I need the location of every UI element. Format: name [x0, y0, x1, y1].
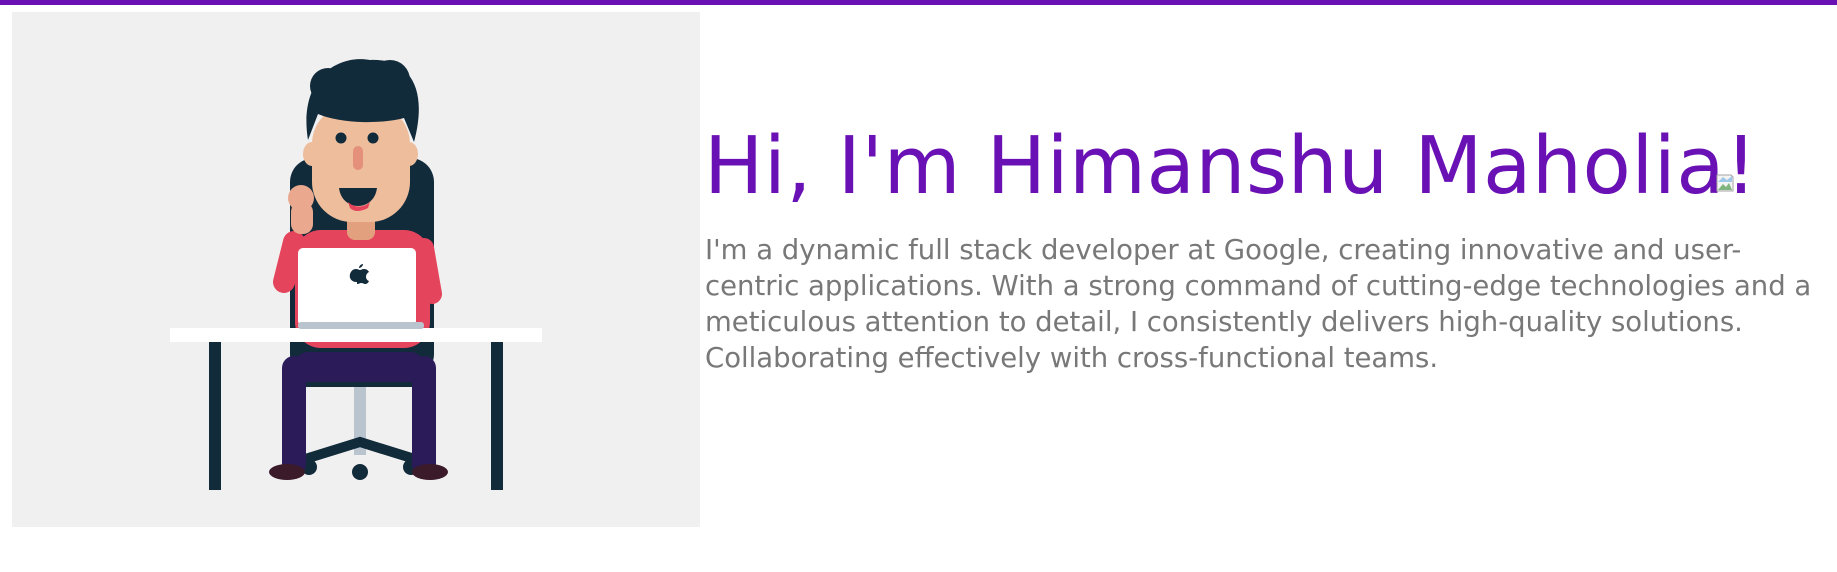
hero-greeting: Hi, I'm Himanshu Maholia!	[704, 120, 1758, 212]
hero-bio: I'm a dynamic full stack developer at Go…	[705, 234, 1812, 374]
hero-section: Hi, I'm Himanshu Maholia! I'm a dynamic …	[0, 0, 1837, 572]
developer-illustration	[12, 12, 700, 527]
broken-image-icon	[1716, 174, 1734, 192]
